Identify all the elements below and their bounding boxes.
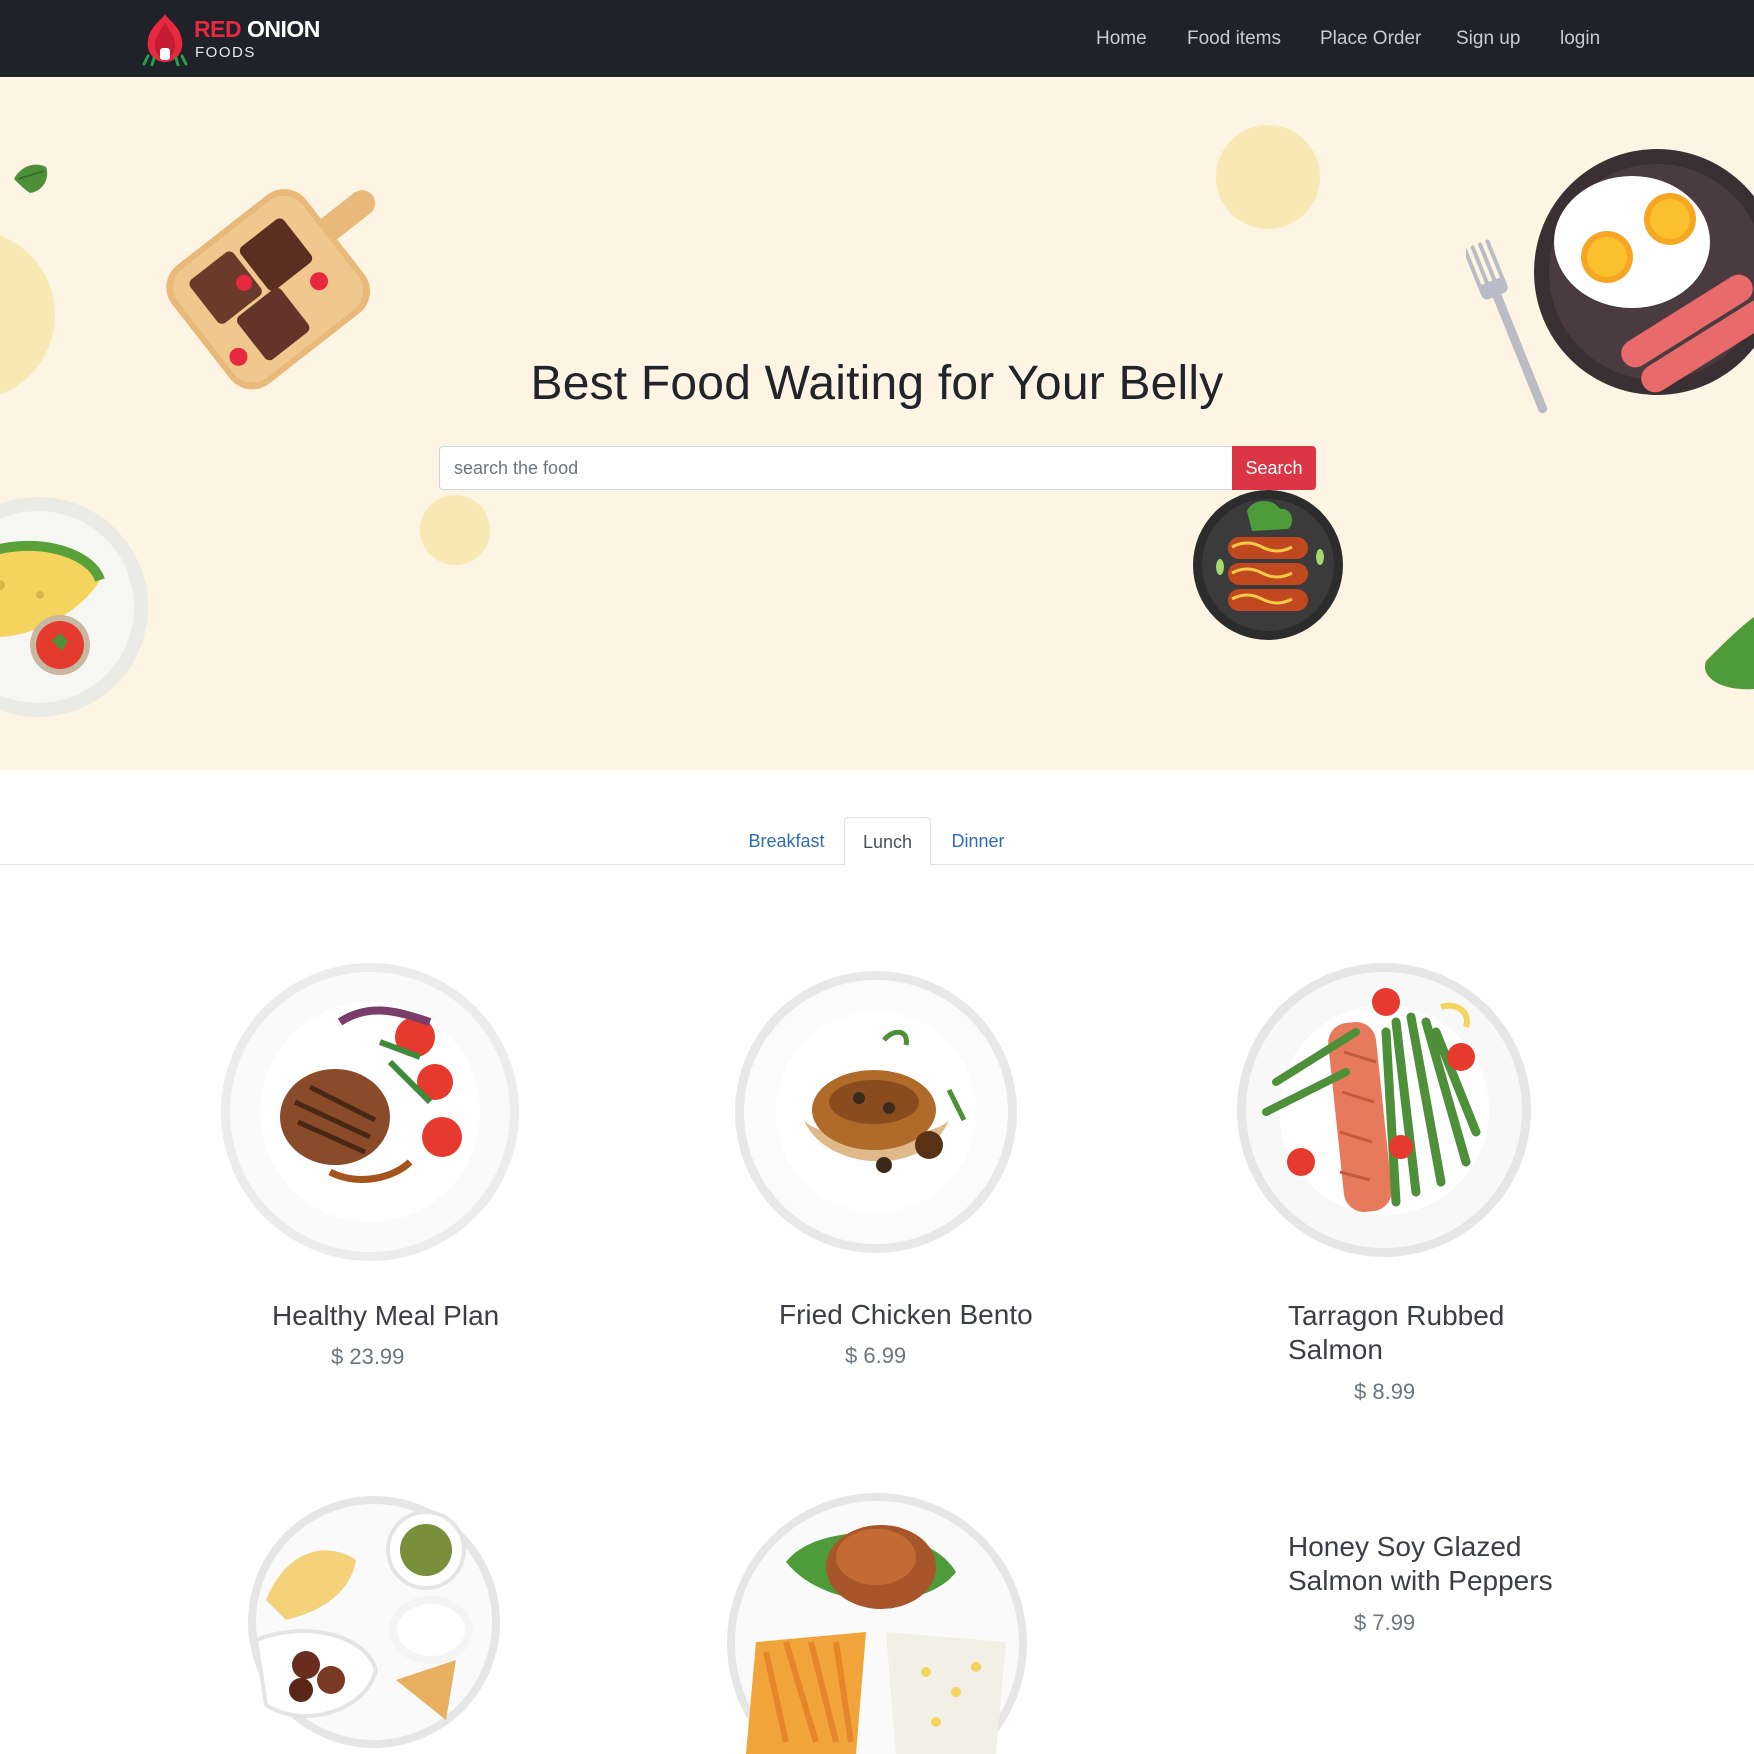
food-image-tarragon-rubbed-salmon[interactable] bbox=[1236, 962, 1532, 1258]
top-navbar: RED ONION FOODS Home Food items Place Or… bbox=[0, 0, 1754, 77]
yellow-circle-decoration bbox=[1216, 125, 1320, 229]
food-name-line2[interactable]: Salmon bbox=[1288, 1333, 1383, 1367]
hero-banner: Best Food Waiting for Your Belly Search bbox=[0, 77, 1754, 770]
food-name[interactable]: Honey Soy Glazed bbox=[1288, 1530, 1521, 1564]
onion-logo-icon bbox=[142, 14, 188, 66]
taco-plate-illustration bbox=[0, 497, 148, 717]
food-price: $ 7.99 bbox=[1354, 1610, 1416, 1635]
food-image-roast-chicken-plate[interactable] bbox=[726, 1492, 1028, 1754]
tab-dinner[interactable]: Dinner bbox=[935, 817, 1021, 865]
brand-tagline: FOODS bbox=[195, 44, 256, 61]
hero-title: Best Food Waiting for Your Belly bbox=[530, 357, 1224, 410]
leaf-icon bbox=[14, 164, 48, 193]
food-name[interactable]: Tarragon Rubbed bbox=[1288, 1299, 1504, 1333]
food-price: $ 8.99 bbox=[1354, 1379, 1416, 1404]
food-name[interactable]: Healthy Meal Plan bbox=[272, 1299, 499, 1333]
brand-name-red: RED bbox=[194, 16, 242, 42]
food-image-healthy-meal-plan[interactable] bbox=[220, 962, 520, 1262]
tab-breakfast[interactable]: Breakfast bbox=[733, 817, 840, 865]
search-button[interactable]: Search bbox=[1232, 446, 1316, 490]
nav-link-food-items[interactable]: Food items bbox=[1187, 27, 1281, 51]
leaf-icon bbox=[1704, 617, 1754, 690]
food-name[interactable]: Fried Chicken Bento bbox=[779, 1298, 1033, 1332]
nav-link-place-order[interactable]: Place Order bbox=[1320, 27, 1421, 51]
brand-name: RED ONION bbox=[194, 18, 320, 41]
food-image-fried-chicken-bento[interactable] bbox=[734, 970, 1018, 1254]
nav-link-login[interactable]: login bbox=[1560, 27, 1600, 51]
meal-tabs: Breakfast Lunch Dinner bbox=[0, 817, 1754, 866]
food-price: $ 23.99 bbox=[331, 1344, 405, 1369]
yellow-circle-decoration bbox=[420, 495, 490, 565]
tab-lunch[interactable]: Lunch bbox=[844, 817, 931, 866]
food-price: $ 6.99 bbox=[845, 1343, 907, 1368]
nav-link-home[interactable]: Home bbox=[1096, 27, 1147, 51]
brand-name-white: ONION bbox=[246, 16, 320, 42]
food-name-line2[interactable]: Salmon with Peppers bbox=[1288, 1564, 1553, 1598]
brand-logo-link[interactable]: RED ONION FOODS bbox=[140, 12, 330, 66]
nav-link-sign-up[interactable]: Sign up bbox=[1456, 27, 1520, 51]
food-image-bento-plate[interactable] bbox=[246, 1490, 502, 1754]
sausage-pan-illustration bbox=[1193, 490, 1343, 640]
search-input[interactable] bbox=[439, 446, 1233, 490]
